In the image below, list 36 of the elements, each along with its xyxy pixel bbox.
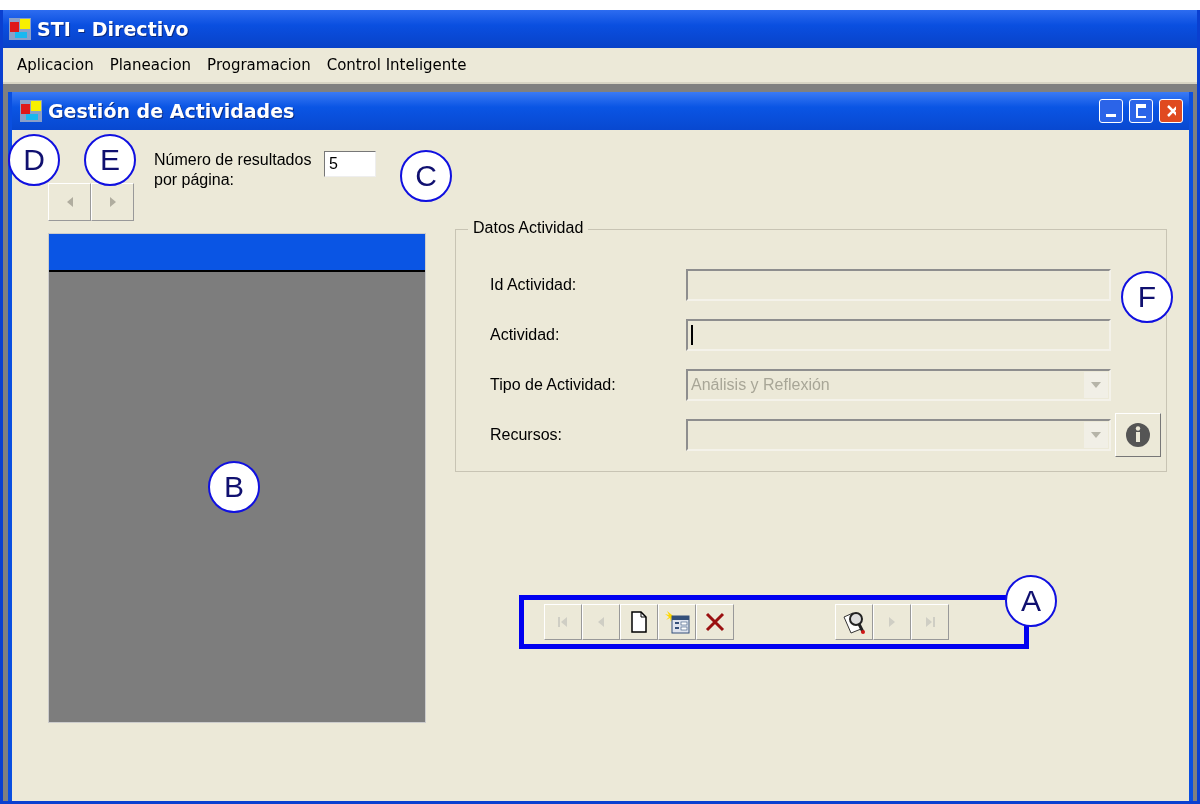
app-icon [20, 100, 42, 122]
right-arrow-icon [887, 615, 897, 629]
delete-icon [704, 611, 726, 633]
menu-item[interactable]: Programacion [201, 54, 317, 76]
window-title: Gestión de Actividades [48, 100, 295, 122]
results-per-page-field[interactable]: 5 [324, 151, 376, 177]
minimize-button[interactable] [1099, 99, 1123, 123]
field-label: Actividad: [490, 326, 560, 343]
app-icon [9, 18, 31, 40]
field-label: Id Actividad: [490, 276, 577, 293]
info-icon [1125, 422, 1151, 448]
first-icon [556, 615, 570, 629]
right-arrow-icon [107, 195, 118, 209]
last-icon [923, 615, 937, 629]
search-button[interactable] [835, 604, 873, 640]
maximize-button[interactable] [1129, 99, 1153, 123]
left-arrow-icon [596, 615, 606, 629]
menu-item[interactable]: Planeacion [103, 54, 198, 76]
window-title: STI - Directivo [37, 18, 189, 40]
delete-button[interactable] [696, 604, 734, 640]
results-per-page-label: Número de resultados por página: [154, 150, 313, 190]
page-icon [630, 611, 648, 633]
menu-item[interactable]: Aplicacion [11, 54, 100, 76]
form-icon [664, 610, 690, 634]
close-icon [1166, 104, 1176, 118]
maximize-icon [1136, 104, 1146, 118]
new-button[interactable] [620, 604, 658, 640]
field-label: Recursos: [490, 426, 563, 443]
text-field[interactable] [686, 269, 1111, 301]
menu-item[interactable]: Control Inteligente [320, 54, 473, 76]
close-button[interactable] [1159, 99, 1183, 123]
text-field[interactable] [686, 319, 1111, 351]
magnifier-icon [841, 609, 867, 635]
new-form-button[interactable] [658, 604, 696, 640]
minimize-icon [1106, 114, 1116, 117]
field-label: Tipo de Actividad: [490, 376, 616, 393]
